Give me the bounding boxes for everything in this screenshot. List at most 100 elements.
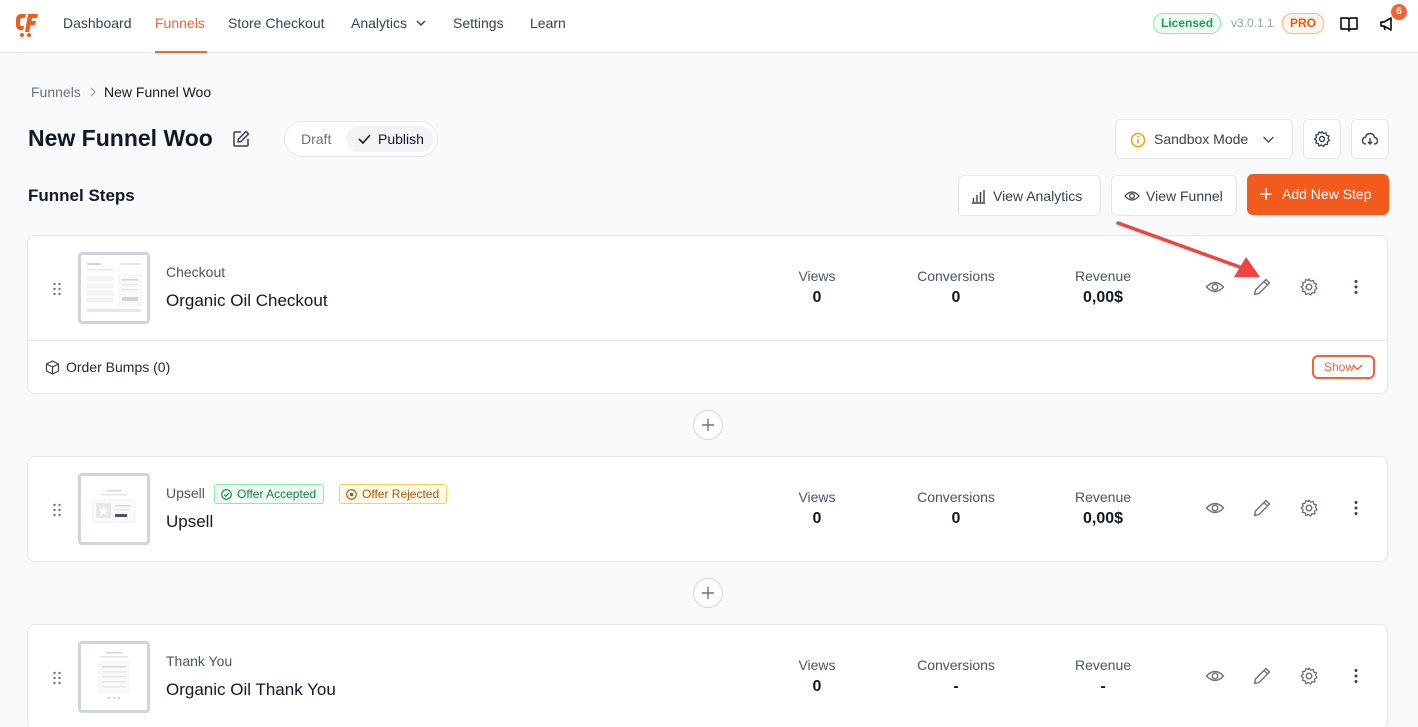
dot-circle-icon — [346, 489, 357, 500]
add-step-between-button[interactable] — [693, 410, 723, 440]
eye-icon — [1124, 191, 1140, 201]
breadcrumb-current: New Funnel Woo — [104, 84, 212, 100]
drag-handle-icon[interactable] — [52, 281, 62, 297]
chevron-right-icon — [90, 87, 96, 97]
preview-eye-icon[interactable] — [1205, 666, 1225, 686]
add-step-between-button[interactable] — [693, 578, 723, 608]
step-name[interactable]: Organic Oil Checkout — [166, 291, 328, 311]
add-new-step-label: Add New Step — [1282, 186, 1372, 202]
views-label: Views — [798, 268, 836, 284]
chevron-down-icon — [416, 20, 426, 26]
nav-store-checkout[interactable]: Store Checkout — [228, 15, 325, 53]
sandbox-mode-dropdown[interactable]: Sandbox Mode — [1115, 119, 1293, 159]
step-name[interactable]: Organic Oil Thank You — [166, 680, 336, 700]
offer-rejected-tag[interactable]: Offer Rejected — [339, 484, 448, 504]
revenue-value: - — [1100, 678, 1106, 695]
preview-eye-icon[interactable] — [1205, 277, 1225, 297]
edit-pencil-icon[interactable] — [1252, 277, 1272, 297]
box-icon — [45, 360, 60, 375]
show-order-bumps-button[interactable]: Show — [1312, 355, 1375, 379]
step-settings-gear-icon[interactable] — [1299, 666, 1319, 686]
step-thumbnail[interactable] — [78, 473, 150, 545]
conversions-value: 0 — [951, 510, 961, 527]
preview-eye-icon[interactable] — [1205, 498, 1225, 518]
drag-handle-icon[interactable] — [52, 670, 62, 686]
step-card-upsell: Upsell Offer Accepted Offer Rejected Ups… — [27, 456, 1388, 562]
breadcrumb-funnels[interactable]: Funnels — [31, 84, 81, 100]
funnel-settings-button[interactable] — [1303, 119, 1341, 159]
conversions-label: Conversions — [917, 268, 995, 284]
funnel-steps-title: Funnel Steps — [28, 186, 135, 205]
cartflows-logo-icon[interactable] — [13, 10, 41, 38]
gear-icon — [1313, 130, 1331, 148]
plus-icon — [1260, 188, 1272, 200]
cloud-download-icon — [1361, 132, 1379, 145]
offer-rejected-label: Offer Rejected — [362, 487, 440, 501]
bar-chart-icon — [972, 190, 985, 204]
edit-title-icon[interactable] — [232, 130, 250, 148]
revenue-value: 0,00$ — [1082, 510, 1124, 527]
step-card-thank-you: Thank You Organic Oil Thank You Views 0 … — [27, 624, 1388, 727]
cloud-export-button[interactable] — [1351, 119, 1389, 159]
info-icon — [1130, 132, 1146, 148]
thank-you-page-preview-icon — [98, 652, 130, 700]
page-title: New Funnel Woo — [28, 125, 213, 151]
step-type-label: Thank You — [166, 653, 233, 669]
add-new-step-button[interactable]: Add New Step — [1247, 174, 1389, 215]
step-thumbnail[interactable] — [78, 641, 150, 713]
step-settings-gear-icon[interactable] — [1299, 277, 1319, 297]
top-navigation: Dashboard Funnels Store Checkout Analyti… — [0, 0, 1418, 53]
status-publish-label: Publish — [378, 131, 424, 147]
more-options-icon[interactable] — [1346, 498, 1366, 518]
edit-pencil-icon[interactable] — [1252, 498, 1272, 518]
order-bumps-row: Order Bumps (0) Show — [28, 340, 1387, 393]
drag-handle-icon[interactable] — [52, 502, 62, 518]
nav-analytics[interactable]: Analytics — [351, 15, 427, 53]
views-value: 0 — [812, 289, 822, 306]
more-options-icon[interactable] — [1346, 277, 1366, 297]
order-bumps-label: Order Bumps (0) — [66, 359, 171, 375]
views-value: 0 — [812, 510, 822, 527]
revenue-label: Revenue — [1074, 657, 1132, 673]
revenue-label: Revenue — [1074, 489, 1132, 505]
book-icon[interactable] — [1339, 14, 1359, 34]
plus-icon — [702, 419, 714, 431]
nav-learn[interactable]: Learn — [530, 15, 566, 53]
step-name[interactable]: Upsell — [166, 512, 213, 532]
nav-funnels[interactable]: Funnels — [155, 15, 207, 53]
view-funnel-label: View Funnel — [1146, 188, 1223, 204]
upsell-page-preview-icon — [92, 490, 136, 523]
check-icon — [358, 134, 371, 145]
chevron-down-icon — [1352, 364, 1363, 371]
revenue-value: 0,00$ — [1082, 289, 1124, 306]
edit-pencil-icon[interactable] — [1252, 666, 1272, 686]
offer-accepted-tag[interactable]: Offer Accepted — [214, 484, 325, 504]
status-draft-option[interactable]: Draft — [301, 131, 331, 147]
nav-settings[interactable]: Settings — [453, 15, 504, 53]
views-label: Views — [798, 489, 836, 505]
status-toggle: Draft Publish — [284, 121, 438, 157]
sandbox-mode-label: Sandbox Mode — [1154, 131, 1249, 147]
plus-icon — [702, 587, 714, 599]
show-label: Show — [1324, 360, 1355, 374]
view-funnel-button[interactable]: View Funnel — [1111, 175, 1237, 216]
status-publish-option[interactable]: Publish — [346, 126, 434, 152]
step-card-checkout: Checkout Organic Oil Checkout Views 0 Co… — [27, 235, 1388, 394]
step-settings-gear-icon[interactable] — [1299, 498, 1319, 518]
nav-dashboard[interactable]: Dashboard — [63, 15, 132, 53]
notification-count-badge: 6 — [1391, 4, 1407, 20]
conversions-value: - — [953, 678, 959, 695]
checkout-page-preview-icon — [86, 263, 142, 312]
version-label: v3.0.1.1 — [1231, 16, 1274, 30]
check-circle-icon — [221, 489, 232, 500]
offer-accepted-label: Offer Accepted — [237, 487, 317, 501]
conversions-label: Conversions — [917, 489, 995, 505]
nav-analytics-label: Analytics — [351, 15, 408, 31]
view-analytics-label: View Analytics — [993, 188, 1083, 204]
more-options-icon[interactable] — [1346, 666, 1366, 686]
step-thumbnail[interactable] — [78, 252, 150, 324]
conversions-value: 0 — [951, 289, 961, 306]
conversions-label: Conversions — [917, 657, 995, 673]
views-value: 0 — [812, 678, 822, 695]
view-analytics-button[interactable]: View Analytics — [958, 175, 1101, 216]
